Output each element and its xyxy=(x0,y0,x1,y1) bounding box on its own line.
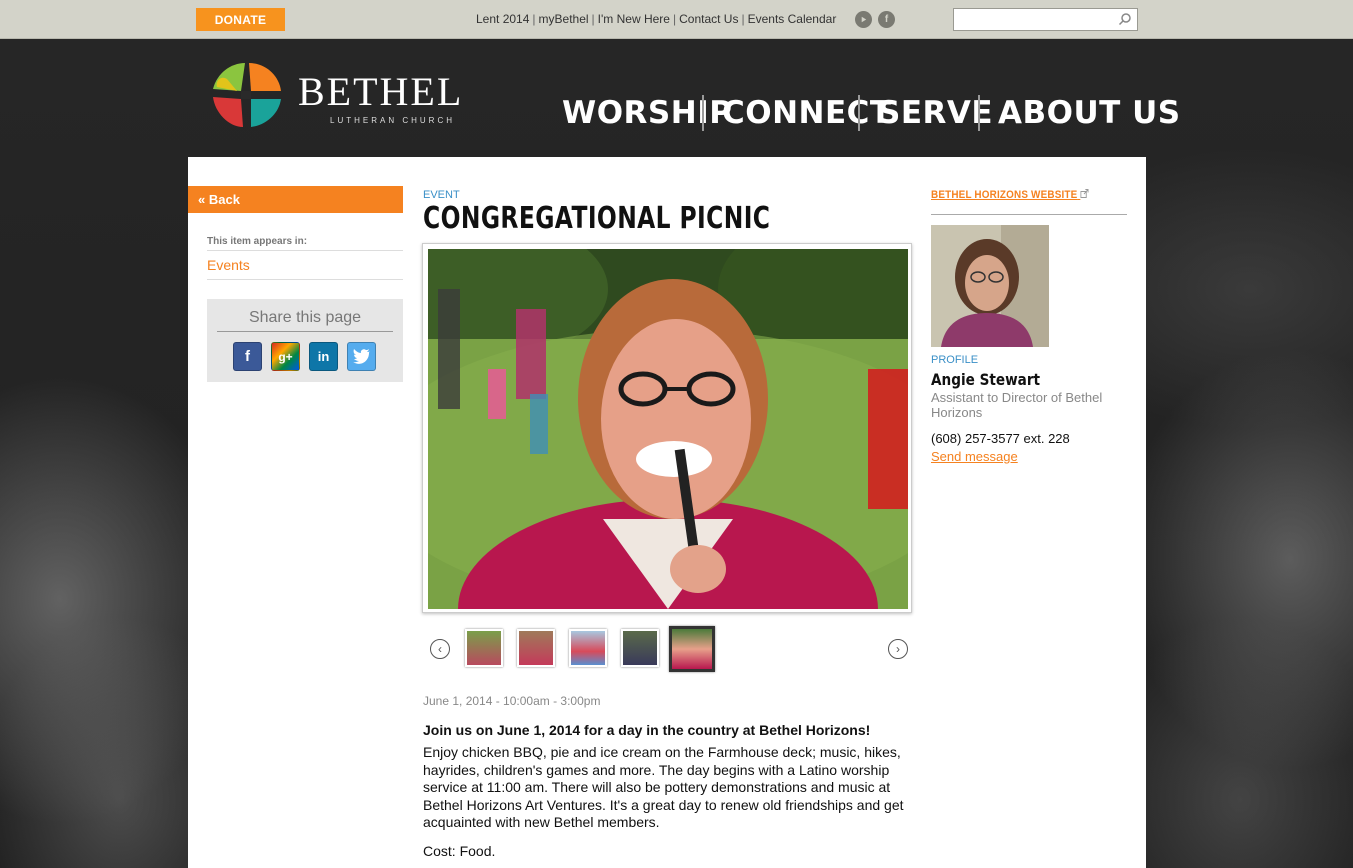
prev-arrow-icon[interactable]: ‹ xyxy=(430,639,450,659)
nav-worship-wrap: WORSHIP xyxy=(562,93,732,133)
bethel-horizons-link[interactable]: BETHEL HORIZONS WEBSITE xyxy=(931,189,1089,201)
event-title: CONGREGATIONAL PICNIC xyxy=(423,201,771,236)
event-description: Enjoy chicken BBQ, pie and ice cream on … xyxy=(423,744,904,830)
youtube-icon[interactable] xyxy=(855,11,872,28)
profile-phone: (608) 257-3577 ext. 228 xyxy=(931,431,1070,446)
nav-connect-wrap: CONNECT xyxy=(722,93,891,133)
nav-serve[interactable]: SERVE xyxy=(878,95,993,131)
main-event-photo[interactable] xyxy=(428,249,908,609)
share-box: Share this page f g+ in xyxy=(207,299,403,382)
logo-wordmark[interactable]: BETHEL xyxy=(298,72,463,112)
share-icons: f g+ in xyxy=(233,342,376,371)
link-lent-2014[interactable]: Lent 2014 xyxy=(476,12,529,26)
thumbnail-active[interactable] xyxy=(669,626,715,672)
event-type-label: EVENT xyxy=(423,189,460,201)
event-cost: Cost: Food. xyxy=(423,843,496,859)
bethel-horizons-link-label: BETHEL HORIZONS WEBSITE xyxy=(931,189,1078,201)
bethel-logo-icon[interactable] xyxy=(211,61,283,129)
share-title: Share this page xyxy=(217,309,393,332)
logo-subtitle: LUTHERAN CHURCH xyxy=(330,116,456,125)
twitter-share-icon[interactable] xyxy=(347,342,376,371)
nav-divider xyxy=(702,95,704,131)
profile-role: Assistant to Director of Bethel Horizons xyxy=(931,390,1103,420)
thumbnail[interactable] xyxy=(465,629,503,667)
donate-button[interactable]: DONATE xyxy=(196,8,285,31)
profile-name: Angie Stewart xyxy=(931,370,1041,389)
social-links: f xyxy=(855,11,895,28)
link-events-calendar[interactable]: Events Calendar xyxy=(748,12,837,26)
external-link-icon xyxy=(1080,189,1089,198)
nav-connect[interactable]: CONNECT xyxy=(722,95,892,131)
nav-divider xyxy=(858,95,860,131)
divider xyxy=(207,279,403,280)
nav-serve-wrap: SERVE xyxy=(878,93,993,133)
nav-about-us-wrap: ABOUT US xyxy=(998,93,1180,133)
facebook-icon[interactable]: f xyxy=(878,11,895,28)
send-message-link[interactable]: Send message xyxy=(931,449,1018,464)
event-lead: Join us on June 1, 2014 for a day in the… xyxy=(423,722,871,738)
utility-links: Lent 2014 | myBethel | I'm New Here | Contact … xyxy=(476,12,837,26)
link-contact-us[interactable]: Contact Us xyxy=(679,12,738,26)
appears-in-label: This item appears in: xyxy=(207,236,308,247)
thumbnail[interactable] xyxy=(569,629,607,667)
googleplus-share-icon[interactable]: g+ xyxy=(271,342,300,371)
divider xyxy=(207,250,403,251)
events-link[interactable]: Events xyxy=(207,257,250,273)
content-panel: « Back This item appears in: Events Shar… xyxy=(188,157,1146,868)
event-date: June 1, 2014 - 10:00am - 3:00pm xyxy=(423,694,601,708)
nav-worship[interactable]: WORSHIP xyxy=(562,95,732,131)
main-nav: WORSHIP CONNECT SERVE ABOUT US xyxy=(562,93,1180,133)
utility-bar: DONATE Lent 2014 | myBethel | I'm New Here | C… xyxy=(0,0,1353,39)
nav-divider xyxy=(978,95,980,131)
divider xyxy=(931,214,1127,215)
next-arrow-icon[interactable]: › xyxy=(888,639,908,659)
thumbnail[interactable] xyxy=(621,629,659,667)
search-input[interactable] xyxy=(953,8,1138,31)
profile-photo xyxy=(931,225,1049,347)
thumbnail[interactable] xyxy=(517,629,555,667)
nav-about-us[interactable]: ABOUT US xyxy=(998,95,1181,131)
facebook-share-icon[interactable]: f xyxy=(233,342,262,371)
thumbnail-strip: ‹ › xyxy=(428,623,908,673)
link-mybethel[interactable]: myBethel xyxy=(539,12,589,26)
linkedin-share-icon[interactable]: in xyxy=(309,342,338,371)
profile-label: PROFILE xyxy=(931,354,979,366)
search-icon[interactable] xyxy=(1118,12,1132,26)
main-photo-frame xyxy=(422,243,912,613)
link-im-new-here[interactable]: I'm New Here xyxy=(598,12,670,26)
back-button[interactable]: « Back xyxy=(188,186,403,213)
